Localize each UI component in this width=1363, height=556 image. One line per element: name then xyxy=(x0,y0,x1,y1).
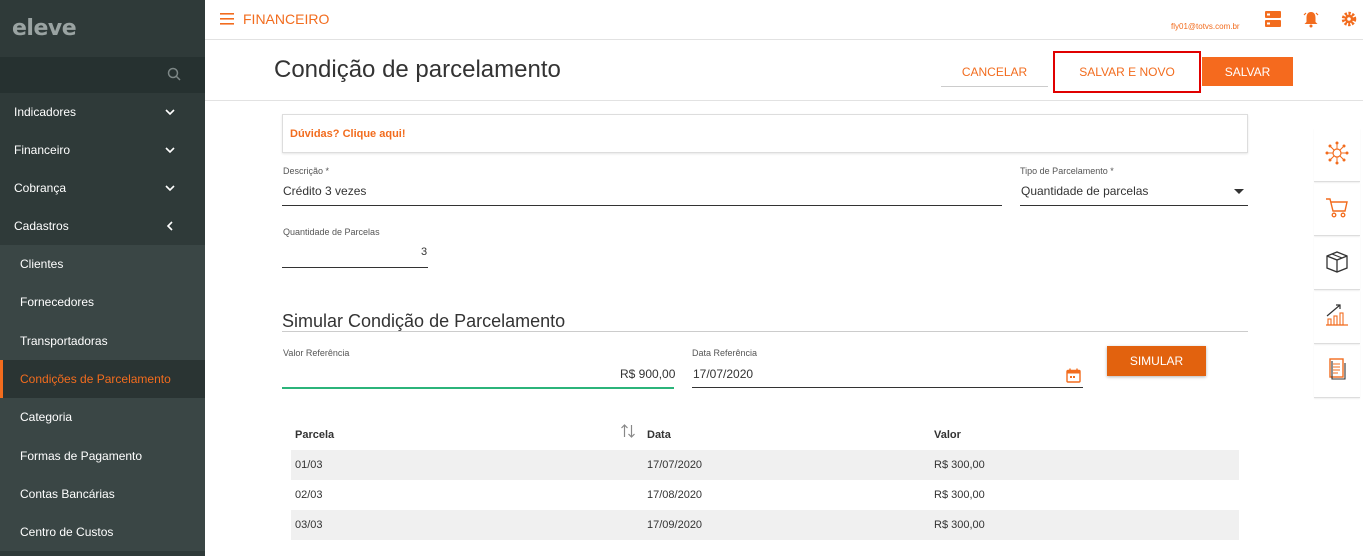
sidebar-item-indicadores[interactable]: Indicadores xyxy=(0,93,205,131)
topbar: FINANCEIRO fly01@totvs.com.br xyxy=(205,0,1363,40)
shopping-cart-icon[interactable] xyxy=(1324,194,1350,220)
sidebar-item-contas-bancarias[interactable]: Contas Bancárias xyxy=(0,475,205,513)
sidebar: eleve Indicadores Financeiro Cobrança Ca… xyxy=(0,0,205,556)
search-icon[interactable] xyxy=(167,67,181,81)
sidebar-item-clientes[interactable]: Clientes xyxy=(0,245,205,283)
sidebar-item-label: Cadastros xyxy=(14,219,69,233)
descricao-underline xyxy=(282,205,1002,206)
sidebar-item-formas-pagamento[interactable]: Formas de Pagamento xyxy=(0,436,205,474)
column-header-valor[interactable]: Valor xyxy=(934,429,961,441)
tipo-parcelamento-label: Tipo de Parcelamento * xyxy=(1020,166,1114,176)
valor-underline-focused xyxy=(282,387,674,389)
column-header-parcela[interactable]: Parcela xyxy=(295,429,334,441)
sidebar-item-label: Indicadores xyxy=(14,105,77,119)
simulation-divider xyxy=(282,331,1248,332)
cell-parcela: 01/03 xyxy=(295,459,323,471)
module-title: FINANCEIRO xyxy=(243,11,330,27)
calendar-icon[interactable] xyxy=(1066,368,1081,383)
logo-text: eleve xyxy=(12,16,77,41)
network-icon[interactable] xyxy=(1324,140,1350,166)
rail-item-chart[interactable] xyxy=(1314,290,1360,344)
cell-valor: R$ 300,00 xyxy=(934,489,985,501)
rail-item-box[interactable] xyxy=(1314,236,1360,290)
help-box: Dúvidas? Clique aqui! xyxy=(282,114,1248,153)
data-underline xyxy=(692,387,1083,388)
logo[interactable]: eleve xyxy=(0,0,205,57)
cell-parcela: 03/03 xyxy=(295,519,323,531)
page-title: Condição de parcelamento xyxy=(274,56,561,83)
sidebar-item-cadastros[interactable]: Cadastros xyxy=(0,207,205,245)
cadastros-submenu: Clientes Fornecedores Transportadoras Co… xyxy=(0,245,205,552)
simulation-section-title: Simular Condição de Parcelamento xyxy=(282,311,566,331)
valor-referencia-input[interactable]: R$ 900,00 xyxy=(620,367,675,381)
tipo-parcelamento-select[interactable]: Quantidade de parcelas xyxy=(1021,184,1148,198)
sidebar-item-centro-custos[interactable]: Centro de Custos xyxy=(0,513,205,551)
chevron-left-icon xyxy=(166,221,173,231)
growth-chart-icon[interactable] xyxy=(1324,302,1350,328)
cancel-button[interactable]: CANCELAR xyxy=(941,57,1048,87)
column-header-data[interactable]: Data xyxy=(647,429,671,441)
sidebar-search[interactable] xyxy=(0,57,205,93)
cell-valor: R$ 300,00 xyxy=(934,459,985,471)
documents-icon[interactable] xyxy=(1324,356,1350,382)
sidebar-item-label: Financeiro xyxy=(14,143,71,157)
package-box-icon[interactable] xyxy=(1324,248,1350,274)
table-row: 02/03 17/08/2020 R$ 300,00 xyxy=(291,480,1239,510)
table-row: 01/03 17/07/2020 R$ 300,00 xyxy=(291,450,1239,480)
sort-icon[interactable] xyxy=(620,424,636,438)
rail-item-network[interactable] xyxy=(1314,128,1360,182)
sidebar-item-cobranca[interactable]: Cobrança xyxy=(0,169,205,207)
sidebar-item-categoria[interactable]: Categoria xyxy=(0,398,205,436)
tipo-underline xyxy=(1020,205,1248,206)
descricao-label: Descrição * xyxy=(283,166,330,176)
quantidade-parcelas-input[interactable]: 3 xyxy=(421,246,427,258)
apps-icon[interactable] xyxy=(1264,10,1282,28)
descricao-input[interactable]: Crédito 3 vezes xyxy=(283,184,366,198)
sidebar-item-fornecedores[interactable]: Fornecedores xyxy=(0,283,205,321)
sidebar-item-financeiro[interactable]: Financeiro xyxy=(0,131,205,169)
table-header: Parcela Data Valor xyxy=(291,420,1239,450)
cell-data: 17/07/2020 xyxy=(647,459,703,471)
help-link[interactable]: Dúvidas? Clique aqui! xyxy=(290,128,406,140)
chevron-down-icon xyxy=(165,109,175,116)
dropdown-arrow-icon[interactable] xyxy=(1234,189,1244,195)
rail-item-cart[interactable] xyxy=(1314,182,1360,236)
valor-referencia-label: Valor Referência xyxy=(283,348,350,358)
sidebar-item-transportadoras[interactable]: Transportadoras xyxy=(0,322,205,360)
quantidade-underline xyxy=(282,267,428,268)
save-and-new-button[interactable]: SALVAR E NOVO xyxy=(1053,51,1201,93)
chevron-down-icon xyxy=(165,147,175,154)
data-referencia-input[interactable]: 17/07/2020 xyxy=(693,367,753,381)
cell-parcela: 02/03 xyxy=(295,489,323,501)
simulate-button[interactable]: SIMULAR xyxy=(1107,346,1206,376)
right-rail xyxy=(1314,128,1360,398)
notification-bell-icon[interactable] xyxy=(1302,10,1320,28)
hamburger-menu-icon[interactable] xyxy=(220,13,234,25)
cell-data: 17/09/2020 xyxy=(647,519,703,531)
gear-icon[interactable] xyxy=(1340,10,1358,28)
sidebar-item-label: Cobrança xyxy=(14,181,67,195)
rail-item-documents[interactable] xyxy=(1314,344,1360,398)
page-header: Condição de parcelamento CANCELAR SALVAR… xyxy=(205,40,1363,101)
chevron-down-icon xyxy=(165,185,175,192)
quantidade-parcelas-label: Quantidade de Parcelas xyxy=(283,227,380,237)
sidebar-item-condicoes-parcelamento[interactable]: Condições de Parcelamento xyxy=(0,359,205,399)
save-button[interactable]: SALVAR xyxy=(1202,57,1293,86)
installments-table: Parcela Data Valor 01/03 17/07/2020 R$ 3… xyxy=(291,420,1239,540)
cell-data: 17/08/2020 xyxy=(647,489,703,501)
user-email[interactable]: fly01@totvs.com.br xyxy=(1171,22,1240,31)
table-row: 03/03 17/09/2020 R$ 300,00 xyxy=(291,510,1239,540)
data-referencia-label: Data Referência xyxy=(692,348,758,358)
cell-valor: R$ 300,00 xyxy=(934,519,985,531)
